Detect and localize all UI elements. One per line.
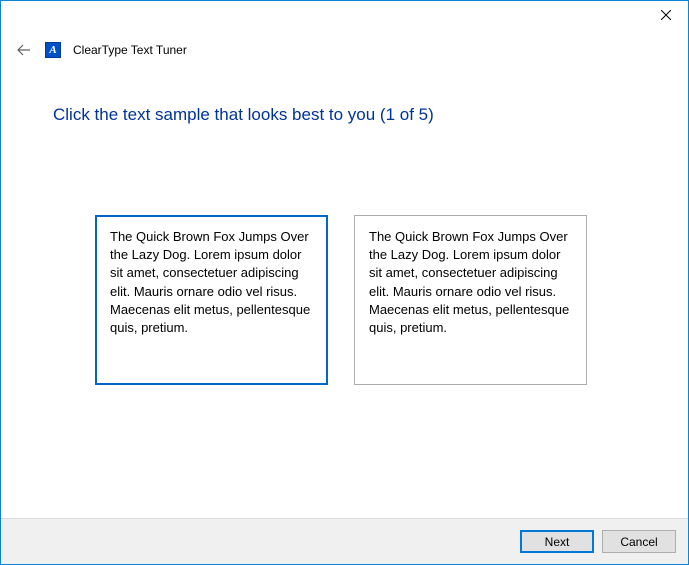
app-title: ClearType Text Tuner <box>73 43 187 57</box>
close-button[interactable] <box>643 1 688 29</box>
window: A ClearType Text Tuner Click the text sa… <box>0 0 689 565</box>
samples-container: The Quick Brown Fox Jumps Over the Lazy … <box>53 215 636 385</box>
instruction-heading: Click the text sample that looks best to… <box>53 105 636 125</box>
back-arrow-icon <box>16 42 32 58</box>
close-icon <box>661 10 671 20</box>
header: A ClearType Text Tuner <box>1 31 688 65</box>
content-area: Click the text sample that looks best to… <box>1 65 688 518</box>
text-sample-2[interactable]: The Quick Brown Fox Jumps Over the Lazy … <box>354 215 587 385</box>
titlebar <box>1 1 688 31</box>
cancel-button[interactable]: Cancel <box>602 530 676 553</box>
app-icon: A <box>45 42 61 58</box>
footer: Next Cancel <box>1 518 688 564</box>
text-sample-1[interactable]: The Quick Brown Fox Jumps Over the Lazy … <box>95 215 328 385</box>
back-button[interactable] <box>15 41 33 59</box>
next-button[interactable]: Next <box>520 530 594 553</box>
